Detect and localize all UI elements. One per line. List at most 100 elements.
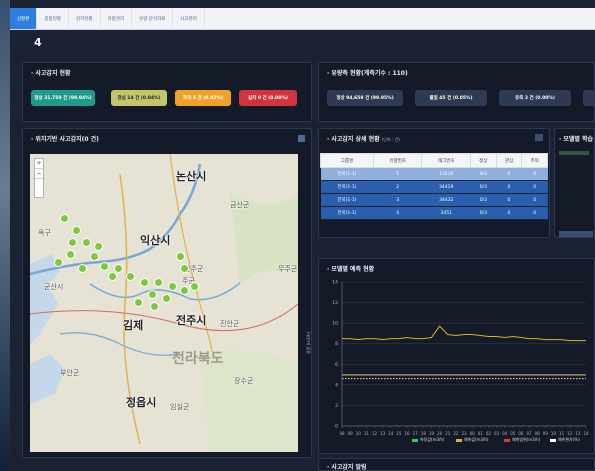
column-header[interactable]: 주의 — [521, 153, 548, 168]
column-header[interactable]: 태그번호 — [421, 153, 471, 168]
map-marker[interactable] — [154, 278, 163, 287]
map-marker[interactable] — [168, 282, 177, 291]
left-edge-strip — [0, 0, 10, 471]
x-tick-label: 06 — [518, 431, 524, 436]
map-marker[interactable] — [66, 250, 75, 259]
legend-label: 예측범위(m3/h) — [512, 437, 541, 442]
column-header[interactable]: 관심 — [495, 153, 523, 168]
map-marker[interactable] — [60, 214, 69, 223]
map-marker[interactable] — [100, 262, 109, 271]
status-badge-severe[interactable]: 심각 0 건 (0.00%) — [239, 90, 297, 106]
y-tick-label: 14 — [332, 280, 338, 286]
map-marker[interactable] — [150, 302, 159, 311]
x-tick-label: 11 — [364, 431, 370, 436]
map-terrain — [30, 154, 298, 452]
map-marker[interactable] — [180, 264, 189, 273]
legend-measured[interactable]: 측정값(m3/h) — [412, 437, 445, 443]
map-marker[interactable] — [54, 258, 63, 267]
model-study-panel: · 모델별 학습 — [554, 128, 595, 238]
flow-status-title: · 유량측 현황(계측기수 : 110) — [327, 70, 408, 77]
tab-flow-analysis[interactable]: 유량 분석자료 — [132, 8, 174, 29]
y-tick-label: 4 — [335, 382, 338, 388]
zoom-out-button[interactable]: − — [35, 169, 43, 179]
column-header[interactable]: 정상 — [470, 153, 497, 168]
table-cell: 0 — [496, 180, 522, 194]
detail-status-title: · 사고감지 상세 현황 (단위 : 건) — [327, 134, 400, 143]
column-header[interactable]: 유량번호 — [372, 153, 423, 168]
map-marker[interactable] — [176, 252, 185, 261]
map-label-jangsu: 장수군 — [234, 377, 254, 385]
tab-flow-management[interactable]: 유량관리 — [101, 8, 133, 29]
map-marker[interactable] — [162, 294, 171, 303]
map-marker[interactable] — [90, 252, 99, 261]
map-marker[interactable] — [180, 286, 189, 295]
map-marker[interactable] — [78, 264, 87, 273]
status-badge-caution[interactable]: 주의 5 건 (0.02%) — [175, 90, 231, 106]
map-marker[interactable] — [108, 272, 117, 281]
x-tick-label: 19 — [429, 431, 435, 436]
flow-badge-missing[interactable]: 유측 2 건 (0.00%) — [499, 90, 571, 106]
model-study-title: · 모델별 학습 — [559, 136, 594, 143]
legend-deviation[interactable]: 예측편차(%) — [550, 437, 580, 443]
table-row[interactable]: 전북(1-1) 2 34419 0/3 0 0 — [320, 180, 548, 194]
model-study-tag[interactable] — [559, 231, 593, 237]
map-label-jeollabuk-do: 전라북도 — [172, 351, 224, 367]
tab-overview[interactable]: 종합현황 — [37, 8, 69, 29]
prediction-chart: 0246810121408 09 10 11 12 13 14 15 16 17 18 19 20 21 2… — [332, 280, 589, 437]
table-cell: 0 — [521, 167, 548, 181]
table-cell: 0 — [496, 193, 522, 207]
table-cell: 2 — [373, 180, 422, 194]
legend-range[interactable]: 예측범위(m3/h) — [504, 437, 540, 443]
map-marker[interactable] — [114, 264, 123, 273]
column-header[interactable]: 그룹명 — [320, 153, 374, 168]
x-tick-label: 13 — [380, 431, 386, 436]
zoom-in-button[interactable]: + — [35, 159, 43, 169]
map-marker[interactable] — [94, 242, 103, 251]
flow-badge-overflow[interactable] — [583, 90, 595, 106]
y-tick-label: 12 — [332, 300, 338, 306]
series-line-1 — [342, 325, 586, 342]
expand-icon[interactable] — [298, 135, 305, 142]
map-marker[interactable] — [126, 272, 135, 281]
region-map[interactable]: + − 논산시 익산시 김제 전주시 정읍시 전라북도 금산군 진안군 완주군 … — [30, 154, 298, 452]
x-tick-label: 07 — [527, 431, 533, 436]
y-tick-label: 8 — [335, 341, 338, 347]
detail-expand-icon[interactable] — [535, 134, 543, 141]
map-marker[interactable] — [82, 238, 91, 247]
x-tick-label: 16 — [405, 431, 411, 436]
alert-panel-title: · 사고감지 알림 — [327, 464, 367, 471]
flow-badge-mismatch[interactable]: 불일 45 건 (0.05%) — [415, 90, 487, 106]
table-row[interactable]: 전북(1-1) 4 3451 0/3 0 0 — [320, 206, 548, 220]
tab-detection[interactable]: 감지현황 — [69, 8, 101, 29]
status-badge-interest[interactable]: 관심 14 건 (0.04%) — [111, 90, 167, 106]
x-tick-label: 21 — [445, 431, 451, 436]
map-marker[interactable] — [68, 238, 77, 247]
status-badge-normal[interactable]: 정상 31,750 건 (99.94%) — [31, 90, 95, 106]
table-cell: 0/3 — [470, 180, 497, 194]
table-row[interactable]: 전북(1-1) 3 34432 0/3 0 0 — [320, 193, 548, 207]
x-tick-label: 00 — [470, 431, 476, 436]
map-marker[interactable] — [190, 282, 199, 291]
map-marker[interactable] — [134, 298, 143, 307]
x-tick-label: 17 — [413, 431, 419, 436]
detail-table: 그룹명 유량번호 태그번호 정상 관심 주의 전북(1-1) 1 13510 0/3 0… — [320, 153, 548, 220]
y-tick-label: 6 — [335, 362, 338, 368]
flow-badge-normal[interactable]: 정상 94,658 건 (99.95%) — [327, 90, 403, 106]
map-label-buan: 부안군 — [60, 369, 80, 377]
tab-dashboard[interactable]: 상황판 — [10, 8, 38, 29]
table-cell: 전북(1-1) — [320, 180, 374, 194]
map-marker[interactable] — [140, 278, 149, 287]
table-row[interactable]: 전북(1-1) 1 13510 0/3 0 0 — [320, 167, 548, 181]
legend-predicted[interactable]: 예측값(m3/h) — [456, 437, 489, 443]
flow-status-panel: · 유량측 현황(계측기수 : 110) 정상 94,658 건 (99.95%… — [318, 62, 595, 122]
tab-bar: 상황판 종합현황 감지현황 유량관리 유량 분석자료 사고관리 — [10, 8, 595, 30]
detail-status-unit: (단위 : 건) — [381, 137, 400, 142]
map-marker[interactable] — [72, 226, 81, 235]
table-cell: 0/3 — [470, 206, 497, 220]
x-tick-label: 13 — [575, 431, 581, 436]
model-study-legend-dot — [559, 151, 589, 155]
x-tick-label: 01 — [478, 431, 484, 436]
map-marker[interactable] — [148, 290, 157, 299]
map-label-muju: 무주군 — [278, 265, 298, 273]
tab-accident-management[interactable]: 사고관리 — [173, 8, 205, 29]
